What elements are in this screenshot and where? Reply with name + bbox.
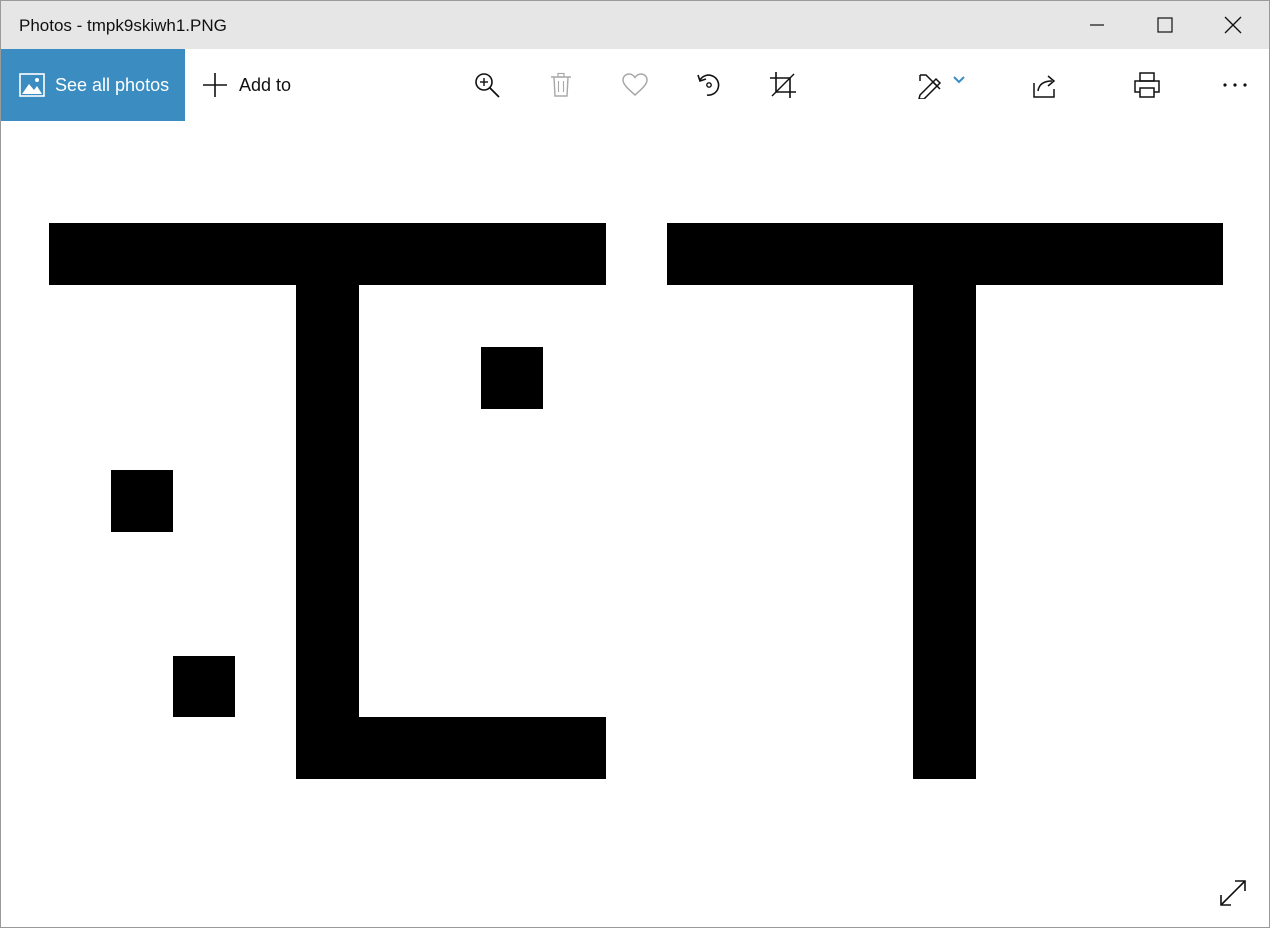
title-bar: Photos - tmpk9skiwh1.PNG: [1, 1, 1269, 49]
print-button[interactable]: [1125, 63, 1169, 107]
add-to-button[interactable]: Add to: [201, 49, 291, 121]
image-shape: [481, 347, 543, 409]
plus-icon: [201, 71, 229, 99]
fullscreen-button[interactable]: [1215, 875, 1251, 911]
rotate-button[interactable]: [687, 63, 731, 107]
image-shape: [173, 656, 235, 717]
share-icon: [1033, 75, 1056, 98]
more-icon: [1223, 83, 1247, 87]
crop-button[interactable]: [761, 63, 805, 107]
window-title: Photos - tmpk9skiwh1.PNG: [19, 16, 227, 35]
maximize-button[interactable]: [1131, 1, 1199, 49]
heart-icon: [622, 73, 648, 96]
photos-icon: [19, 73, 45, 97]
trash-icon: [551, 72, 571, 97]
photos-app-window: Photos - tmpk9skiwh1.PNG See all photos: [0, 0, 1270, 928]
more-options-button[interactable]: [1213, 63, 1257, 107]
share-button[interactable]: [1023, 63, 1067, 107]
photo-viewer-canvas[interactable]: [1, 121, 1269, 927]
toolbar: See all photos Add to: [1, 49, 1269, 121]
favorite-button[interactable]: [613, 63, 657, 107]
displayed-image: [1, 121, 1269, 927]
zoom-button[interactable]: [465, 63, 509, 107]
image-shape: [111, 470, 173, 532]
image-shape: [296, 285, 359, 779]
add-to-label: Add to: [239, 74, 292, 95]
see-all-photos-label: See all photos: [55, 74, 170, 95]
rotate-icon: [697, 74, 720, 96]
close-button[interactable]: [1199, 1, 1267, 49]
edit-create-icon: [918, 74, 942, 99]
see-all-photos-button[interactable]: See all photos: [1, 49, 185, 121]
expand-icon: [1220, 880, 1246, 906]
close-icon: [1224, 16, 1242, 34]
delete-button[interactable]: [539, 63, 583, 107]
image-shape: [49, 223, 606, 285]
image-shape: [913, 285, 976, 779]
crop-icon: [770, 72, 796, 98]
image-shape: [667, 223, 1223, 285]
chevron-down-icon[interactable]: [952, 75, 966, 85]
image-shape: [359, 717, 606, 779]
minimize-button[interactable]: [1063, 1, 1131, 49]
minimize-icon: [1090, 24, 1104, 26]
zoom-in-icon: [475, 73, 500, 98]
print-icon: [1134, 72, 1160, 98]
maximize-icon: [1157, 17, 1173, 33]
edit-create-button[interactable]: [909, 63, 973, 107]
